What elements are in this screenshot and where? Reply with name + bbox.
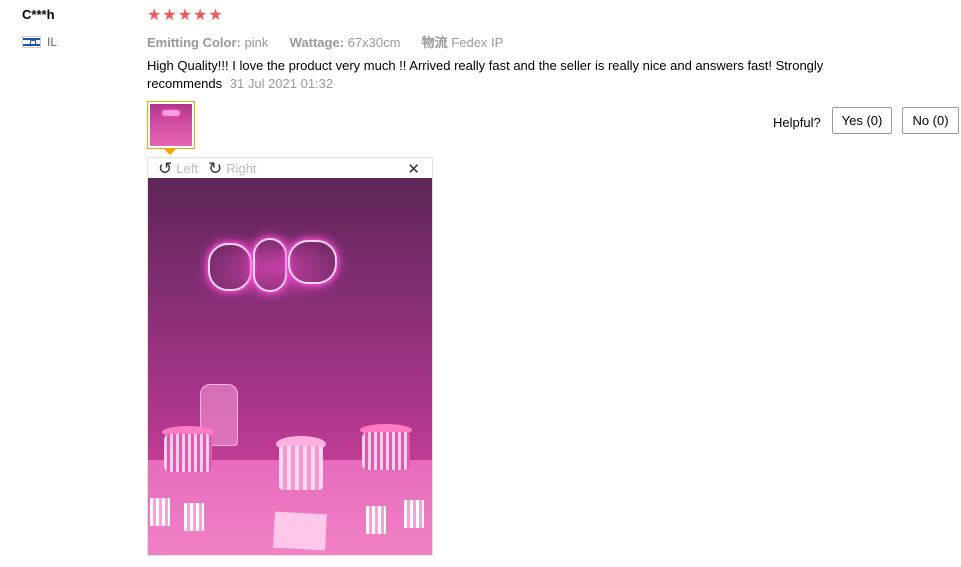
helpful-label: Helpful? (773, 115, 821, 130)
popcorn-box (404, 500, 424, 528)
attr-value-color: pink (244, 35, 269, 50)
star-icon: ★ (162, 7, 177, 24)
review-photo (148, 178, 432, 555)
review-photo-thumbnail[interactable] (147, 101, 195, 149)
popcorn-bowl (164, 434, 212, 472)
product-attributes: Emitting Color: pink Wattage: 67x30cm 物流… (147, 32, 503, 51)
helpful-yes-button[interactable]: Yes (0) (832, 107, 892, 134)
neon-sign (208, 243, 252, 291)
rotate-right-button[interactable]: ↻ Right (208, 160, 257, 177)
popcorn-box (150, 498, 170, 526)
country-code: IL (47, 35, 58, 49)
close-icon[interactable]: ✕ (407, 160, 420, 178)
attr-label-wattage: Wattage: (289, 35, 345, 50)
thumbnail-pointer (164, 149, 176, 155)
attr-value-logistics: Fedex IP (451, 35, 504, 50)
israel-flag-icon (22, 36, 41, 48)
neon-sign (288, 240, 337, 284)
star-icon: ★ (147, 7, 162, 24)
photo-viewer: ↺ Left ↻ Right ✕ (147, 157, 433, 556)
popcorn-box (184, 503, 204, 531)
review-date: 31 Jul 2021 01:32 (229, 76, 334, 91)
reviewer-country: IL (22, 35, 57, 49)
star-icon: ★ (208, 7, 223, 24)
rotate-left-icon: ↺ (158, 158, 173, 178)
rotate-right-icon: ↻ (207, 158, 223, 178)
review-body: High Quality!!! I love the product very … (147, 57, 877, 93)
rotate-right-label: Right (226, 160, 257, 176)
star-rating: ★ ★ ★ ★ ★ (147, 8, 223, 24)
rotate-left-label: Left (176, 160, 198, 176)
neon-sign (253, 238, 287, 292)
cake (279, 446, 323, 490)
thumbnail-image (150, 104, 192, 146)
popcorn-bowl (362, 432, 410, 470)
helpful-no-button[interactable]: No (0) (902, 107, 959, 134)
star-icon: ★ (177, 7, 193, 24)
attr-value-wattage: 67x30cm (347, 35, 401, 50)
popcorn-box (366, 506, 386, 534)
reviewer-name: C***h (22, 7, 55, 22)
viewer-toolbar: ↺ Left ↻ Right ✕ (148, 158, 432, 179)
rotate-left-button[interactable]: ↺ Left (158, 160, 198, 177)
attr-label-logistics: 物流 (421, 35, 448, 50)
attr-label-color: Emitting Color: (147, 35, 241, 50)
table-card (273, 511, 327, 551)
star-icon: ★ (193, 7, 208, 24)
